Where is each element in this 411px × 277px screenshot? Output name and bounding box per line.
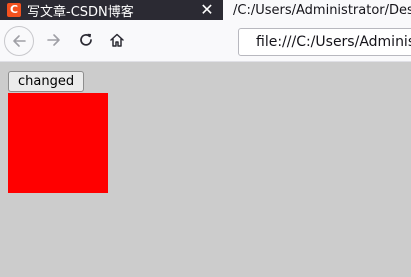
address-bar[interactable]: file:///C:/Users/Administrator/Desktop xyxy=(238,28,411,56)
tab-title: /C:/Users/Administrator/Desktop xyxy=(233,2,411,18)
red-box xyxy=(8,93,108,193)
reload-icon xyxy=(80,33,92,46)
home-icon xyxy=(110,33,124,47)
changed-button[interactable]: changed xyxy=(8,71,85,92)
back-arrow-icon xyxy=(13,35,26,47)
csdn-favicon-icon: C xyxy=(7,3,21,17)
tab-title: 写文章-CSDN博客 xyxy=(27,4,134,20)
home-button[interactable] xyxy=(102,25,132,55)
forward-arrow-icon xyxy=(47,34,60,46)
navigation-toolbar: file:///C:/Users/Administrator/Desktop xyxy=(0,20,411,62)
tab-csdn[interactable]: C 写文章-CSDN博客 ✕ xyxy=(0,0,223,20)
page-content: changed xyxy=(0,62,411,277)
browser-window: C 写文章-CSDN博客 ✕ /C:/Users/Administrator/D… xyxy=(0,0,411,277)
back-button[interactable] xyxy=(4,26,34,56)
tab-local-file[interactable]: /C:/Users/Administrator/Desktop xyxy=(223,0,411,20)
reload-button[interactable] xyxy=(71,25,101,55)
forward-button[interactable] xyxy=(39,25,69,55)
tab-strip: C 写文章-CSDN博客 ✕ /C:/Users/Administrator/D… xyxy=(0,0,411,20)
tab-close-icon[interactable]: ✕ xyxy=(200,0,214,20)
url-text: file:///C:/Users/Administrator/Desktop xyxy=(256,34,411,50)
